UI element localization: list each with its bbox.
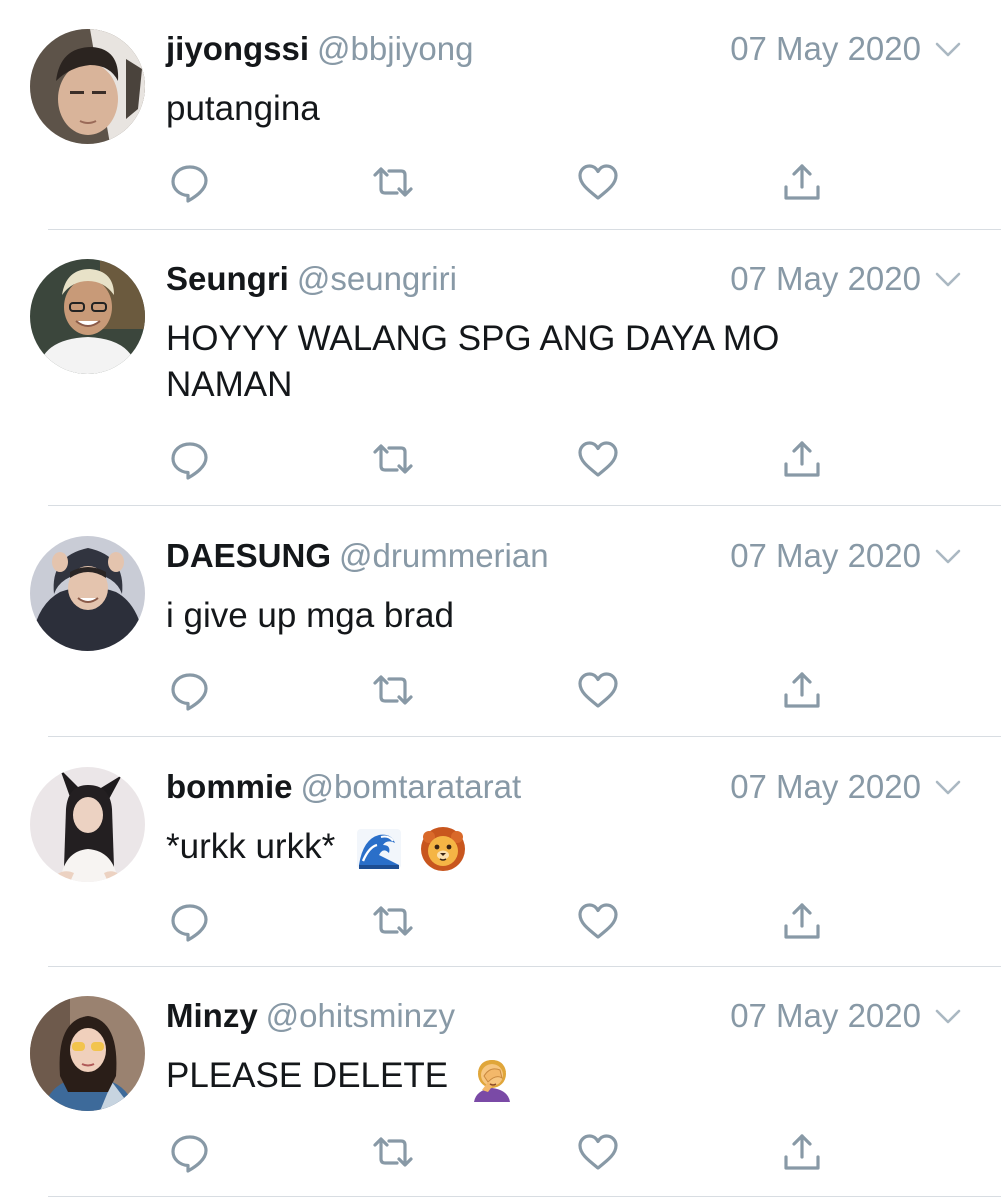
retweet-icon[interactable] [371, 1130, 415, 1174]
tweet-2[interactable]: Seungri @seungriri 07 May 2020 HOYYY WALA… [0, 230, 1001, 506]
like-heart-icon[interactable] [576, 899, 620, 943]
tweet-3[interactable]: DAESUNG @drummerian 07 May 2020 i give up… [0, 506, 1001, 736]
tweet-actions [166, 899, 826, 943]
like-heart-icon[interactable] [576, 668, 620, 712]
tweet-text: PLEASE DELETE [166, 1053, 866, 1102]
display-name[interactable]: DAESUNG [166, 537, 331, 574]
reply-icon[interactable] [168, 668, 212, 712]
retweet-icon[interactable] [371, 668, 415, 712]
reply-icon[interactable] [168, 437, 212, 481]
retweet-icon[interactable] [371, 160, 415, 204]
user-handle[interactable]: @bbjiyong [317, 30, 473, 67]
tweet-text: i give up mga brad [166, 596, 454, 635]
avatar[interactable] [30, 767, 145, 882]
tweet-5[interactable]: Minzy @ohitsminzy 07 May 2020 PLEASE DELE… [0, 967, 1001, 1200]
tweet-4[interactable]: bommie @bomtaratarat 07 May 2020 *urkk ur… [0, 737, 1001, 967]
display-name[interactable]: jiyongssi [166, 30, 309, 67]
avatar[interactable] [30, 996, 145, 1111]
tweet-text: putangina [166, 89, 320, 128]
tweet-text: *urkk urkk* [166, 824, 866, 873]
face-palm-emoji [473, 1059, 510, 1102]
avatar[interactable] [30, 259, 145, 374]
display-name[interactable]: Minzy [166, 997, 258, 1034]
reply-icon[interactable] [168, 160, 212, 204]
tweet-actions [166, 1130, 826, 1174]
avatar[interactable] [30, 536, 145, 651]
user-handle[interactable]: @bomtaratarat [301, 768, 522, 805]
display-name[interactable]: bommie [166, 768, 293, 805]
share-icon[interactable] [780, 668, 824, 712]
tweet-actions [166, 160, 826, 204]
wave-emoji [356, 828, 401, 869]
share-icon[interactable] [780, 160, 824, 204]
chevron-down-icon[interactable] [933, 1001, 963, 1031]
tweet-text-content: *urkk urkk* [166, 827, 336, 866]
chevron-down-icon[interactable] [933, 34, 963, 64]
tweet-text-content: PLEASE DELETE [166, 1056, 449, 1095]
tweet-date: 07 May 2020 [730, 997, 921, 1034]
tweet-date: 07 May 2020 [730, 537, 921, 574]
tweet-text: HOYYY WALANG SPG ANG DAYA MO NAMAN [166, 319, 780, 404]
like-heart-icon[interactable] [576, 160, 620, 204]
chevron-down-icon[interactable] [933, 264, 963, 294]
tweet-actions [166, 437, 826, 481]
tweet-1[interactable]: jiyongssi @bbjiyong 07 May 2020 putangina [0, 0, 1001, 230]
like-heart-icon[interactable] [576, 1130, 620, 1174]
tweet-date: 07 May 2020 [730, 768, 921, 805]
user-handle[interactable]: @seungriri [297, 260, 457, 297]
user-handle[interactable]: @ohitsminzy [266, 997, 455, 1034]
chevron-down-icon[interactable] [933, 772, 963, 802]
share-icon[interactable] [780, 437, 824, 481]
retweet-icon[interactable] [371, 437, 415, 481]
share-icon[interactable] [780, 1130, 824, 1174]
tweet-actions [166, 668, 826, 712]
share-icon[interactable] [780, 899, 824, 943]
tweet-feed: jiyongssi @bbjiyong 07 May 2020 putangina [0, 0, 1001, 1200]
avatar[interactable] [30, 29, 145, 144]
tweet-date: 07 May 2020 [730, 260, 921, 297]
reply-icon[interactable] [168, 899, 212, 943]
tweet-date: 07 May 2020 [730, 30, 921, 67]
reply-icon[interactable] [168, 1130, 212, 1174]
lion-face-emoji [420, 826, 465, 871]
display-name[interactable]: Seungri [166, 260, 289, 297]
retweet-icon[interactable] [371, 899, 415, 943]
divider [48, 1196, 1001, 1197]
like-heart-icon[interactable] [576, 437, 620, 481]
user-handle[interactable]: @drummerian [339, 537, 549, 574]
chevron-down-icon[interactable] [933, 541, 963, 571]
